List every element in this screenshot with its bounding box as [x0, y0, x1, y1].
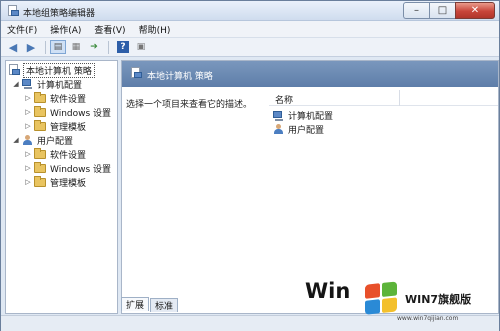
- folder-icon: [34, 119, 46, 131]
- tree-item-admin-templates[interactable]: ▷ 管理模板: [24, 119, 86, 133]
- help-button[interactable]: ?: [117, 41, 129, 53]
- window-title: 本地组策略编辑器: [23, 9, 96, 19]
- tree-item-user-windows-settings[interactable]: ▷ Windows 设置: [24, 161, 111, 175]
- expand-triangle-icon[interactable]: ▷: [24, 108, 32, 116]
- user-icon: [273, 124, 285, 135]
- computer-icon: [22, 79, 34, 89]
- console-tree-icon: ▤: [53, 42, 63, 52]
- minimize-button[interactable]: –: [403, 2, 429, 19]
- title-bar[interactable]: 本地组策略编辑器 – □ ✕: [1, 1, 499, 21]
- show-hide-tree-button[interactable]: ▤: [50, 40, 66, 54]
- list-item-label: 计算机配置: [288, 112, 334, 122]
- toolbar-separator: [108, 40, 109, 54]
- tree-item-label: 管理模板: [50, 178, 87, 189]
- collapse-triangle-icon[interactable]: ◢: [12, 80, 20, 88]
- menu-view[interactable]: 查看(V): [94, 23, 125, 36]
- folder-icon: [34, 161, 46, 173]
- tree-item-label: 本地计算机 策略: [23, 62, 95, 78]
- folder-icon: [34, 175, 46, 187]
- tree-item-label: 用户配置: [37, 136, 74, 147]
- folder-icon: [34, 91, 46, 103]
- list-item-user-config[interactable]: 用户配置: [273, 123, 324, 136]
- folder-icon: [34, 105, 46, 117]
- view-tabs: 扩展 标准: [121, 297, 179, 312]
- description-text: 选择一个项目来查看它的描述。: [126, 100, 253, 110]
- windows-logo-icon: [365, 281, 399, 317]
- menu-help[interactable]: 帮助(H): [139, 23, 171, 36]
- help-icon: ?: [120, 42, 126, 52]
- export-icon: ➔: [90, 42, 98, 52]
- view-button[interactable]: ▣: [133, 40, 149, 54]
- maximize-button[interactable]: □: [429, 2, 455, 19]
- list-column-header: 名称: [269, 90, 498, 106]
- tree-item-windows-settings[interactable]: ▷ Windows 设置: [24, 105, 111, 119]
- details-header: 本地计算机 策略: [122, 61, 498, 87]
- toolbar-separator: [45, 40, 46, 54]
- expand-triangle-icon[interactable]: ▷: [24, 94, 32, 102]
- console-tree: 本地计算机 策略 ◢ 计算机配置 ▷ 软件设置 ▷ Windows 设置 ▷ 管…: [5, 60, 118, 314]
- tree-item-label: 软件设置: [50, 94, 87, 105]
- watermark-win-text: Win: [305, 279, 351, 303]
- policy-icon: [8, 64, 20, 76]
- tree-item-label: Windows 设置: [50, 108, 112, 119]
- export-list-button[interactable]: ➔: [86, 40, 102, 54]
- view-icon: ▣: [136, 42, 146, 52]
- forward-arrow-icon: ▶: [26, 40, 36, 54]
- properties-button[interactable]: ▦: [68, 40, 84, 54]
- window-controls: – □ ✕: [403, 2, 495, 19]
- expand-triangle-icon[interactable]: ▷: [24, 164, 32, 172]
- list-item-computer-config[interactable]: 计算机配置: [273, 109, 333, 122]
- tree-item-user-admin-templates[interactable]: ▷ 管理模板: [24, 175, 86, 189]
- column-header-name[interactable]: 名称: [275, 93, 293, 106]
- close-icon: ✕: [470, 4, 480, 16]
- toolbar: ◀ ▶ ▤ ▦ ➔ ? ▣: [1, 38, 499, 57]
- column-divider[interactable]: [399, 90, 400, 106]
- list-item-label: 用户配置: [288, 126, 325, 136]
- tree-item-local-computer-policy[interactable]: 本地计算机 策略: [8, 62, 95, 78]
- tree-item-label: 管理模板: [50, 122, 87, 133]
- forward-button[interactable]: ▶: [23, 40, 39, 54]
- tree-item-software-settings[interactable]: ▷ 软件设置: [24, 91, 86, 105]
- tab-standard[interactable]: 标准: [150, 298, 179, 312]
- close-button[interactable]: ✕: [455, 2, 495, 19]
- gpedit-window: 本地组策略编辑器 – □ ✕ 文件(F) 操作(A) 查看(V) 帮助(H) ◀…: [0, 0, 500, 331]
- menu-action[interactable]: 操作(A): [50, 23, 81, 36]
- back-arrow-icon: ◀: [8, 40, 18, 54]
- watermark-url: www.win7qijian.com: [397, 315, 459, 322]
- watermark-brand: WIN7旗舰版: [405, 293, 472, 306]
- policy-icon: [130, 67, 142, 79]
- tree-item-label: 软件设置: [50, 150, 87, 161]
- tree-item-user-software-settings[interactable]: ▷ 软件设置: [24, 147, 86, 161]
- minimize-icon: –: [414, 4, 419, 16]
- tree-item-computer-config[interactable]: ◢ 计算机配置: [12, 77, 82, 91]
- tree-item-label: 计算机配置: [37, 80, 83, 91]
- details-header-title: 本地计算机 策略: [147, 72, 213, 82]
- user-icon: [22, 134, 34, 146]
- tree-item-user-config[interactable]: ◢ 用户配置: [12, 133, 73, 147]
- tab-extended[interactable]: 扩展: [121, 297, 150, 311]
- properties-icon: ▦: [71, 42, 81, 52]
- tree-item-label: Windows 设置: [50, 164, 112, 175]
- menu-bar: 文件(F) 操作(A) 查看(V) 帮助(H): [1, 21, 499, 38]
- collapse-triangle-icon[interactable]: ◢: [12, 136, 20, 144]
- expand-triangle-icon[interactable]: ▷: [24, 122, 32, 130]
- back-button[interactable]: ◀: [5, 40, 21, 54]
- computer-icon: [273, 110, 285, 121]
- maximize-icon: □: [437, 4, 448, 16]
- site-watermark: Win WIN7旗舰版 www.win7qijian.com: [293, 271, 499, 329]
- expand-triangle-icon[interactable]: ▷: [24, 150, 32, 158]
- folder-icon: [34, 147, 46, 159]
- menu-file[interactable]: 文件(F): [7, 23, 37, 36]
- expand-triangle-icon[interactable]: ▷: [24, 178, 32, 186]
